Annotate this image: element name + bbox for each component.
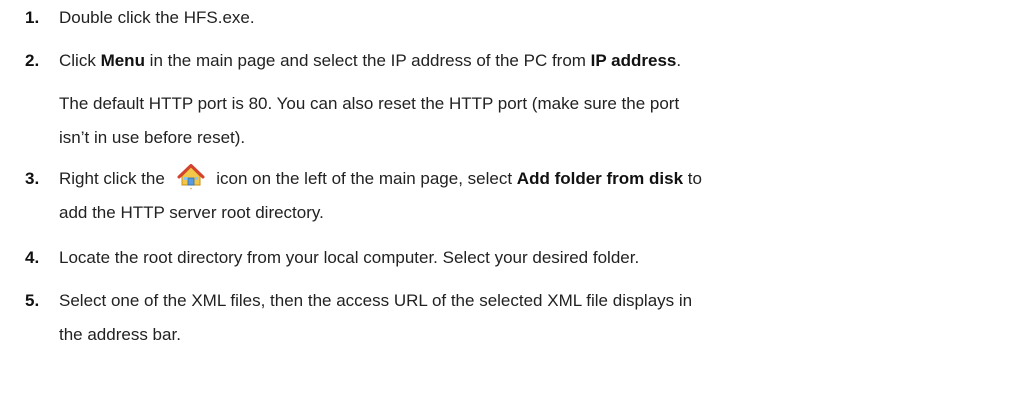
- text-segment: to: [683, 169, 702, 188]
- menu-term: Menu: [100, 51, 145, 70]
- add-folder-from-disk-term: Add folder from disk: [516, 169, 684, 188]
- text-segment: icon on the left of the main page, selec…: [211, 169, 517, 188]
- step-text: Click Menu in the main page and select t…: [59, 46, 1003, 76]
- ip-address-term: IP address: [590, 51, 677, 70]
- instruction-document: 1. Double click the HFS.exe. 2. Click Me…: [0, 0, 1013, 407]
- text-segment: Right click the: [59, 169, 170, 188]
- text-segment: in the main page and select the IP addre…: [144, 51, 591, 70]
- step-text: Right click the icon on the left of the …: [59, 164, 1003, 194]
- step-note-line-2: isn’t in use before reset).: [59, 128, 246, 147]
- step-text: Double click the HFS.exe.: [59, 8, 255, 27]
- step-note-line-1: The default HTTP port is 80. You can als…: [59, 94, 680, 113]
- home-folder-icon: [176, 164, 206, 190]
- text-segment: .: [676, 51, 682, 70]
- step-text-line-2: add the HTTP server root directory.: [59, 203, 324, 222]
- step-number: 5.: [25, 291, 40, 310]
- text-segment: Click: [59, 51, 101, 70]
- step-number: 4.: [25, 248, 40, 267]
- step-text-line-2: the address bar.: [59, 325, 181, 344]
- step-text: Locate the root directory from your loca…: [59, 248, 640, 267]
- step-number: 1.: [25, 8, 40, 27]
- step-number: 3.: [25, 169, 40, 188]
- step-text: Select one of the XML files, then the ac…: [59, 291, 693, 310]
- step-number: 2.: [25, 51, 40, 70]
